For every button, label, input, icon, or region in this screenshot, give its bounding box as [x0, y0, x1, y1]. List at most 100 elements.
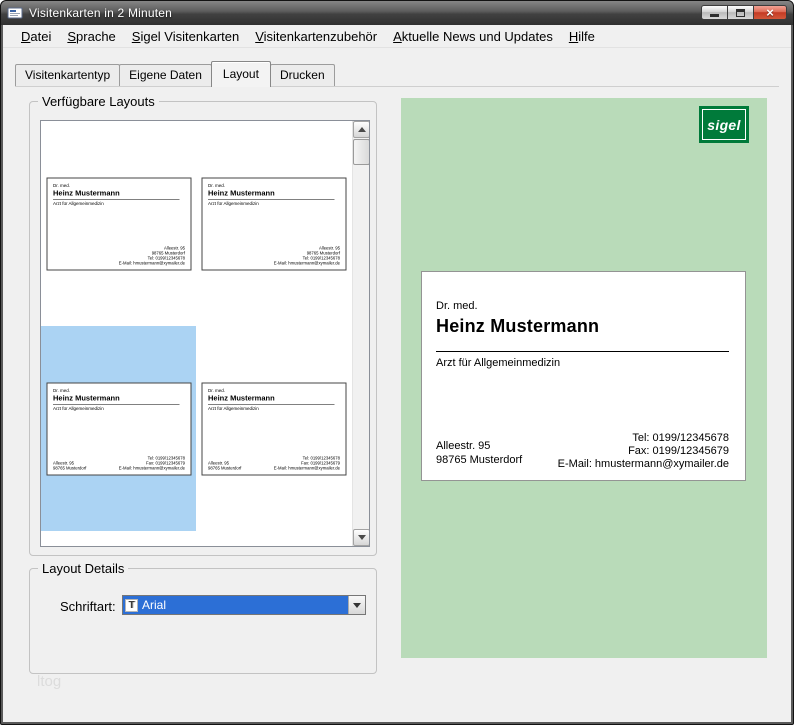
thumb-degree: Dr. med. [208, 183, 340, 188]
layout-thumbnail-3: Dr. med. Heinz Mustermann Arzt für Allge… [46, 382, 191, 475]
thumb-name: Heinz Mustermann [208, 394, 335, 405]
layout-cells: Dr. med. Heinz Mustermann Arzt für Allge… [41, 121, 352, 546]
thumb-email: E-Mail: hmustermann@xymailer.de [118, 465, 184, 470]
watermark-text: ltog [37, 673, 61, 690]
thumb-contact-block: Alleestr. 95 98765 Musterdorf Tel: 0199/… [274, 245, 340, 265]
thumb-name: Heinz Mustermann [53, 394, 180, 405]
window-title: Visitenkarten in 2 Minuten [29, 6, 172, 20]
maximize-icon [736, 9, 745, 17]
font-combobox-selection[interactable]: T Arial [123, 596, 348, 614]
thumb-fax: Fax: 0199/12345679 [118, 460, 184, 465]
window-controls: × [702, 1, 787, 25]
font-label: Schriftart: [60, 599, 116, 614]
truetype-icon: T [125, 599, 138, 612]
sigel-logo: sigel [699, 106, 749, 143]
menu-item-hilfe[interactable]: Hilfe [561, 26, 603, 47]
minimize-button[interactable] [701, 5, 728, 20]
card-city: 98765 Musterdorf [436, 453, 522, 467]
layout-list-scrollbar[interactable] [352, 121, 369, 546]
thumb-name: Heinz Mustermann [208, 189, 335, 200]
layout-details-group: Layout Details Schriftart: T Arial [29, 568, 377, 674]
thumb-profession: Arzt für Allgemeinmedizin [53, 406, 185, 411]
thumb-contact-block: Alleestr. 95 98765 Musterdorf Tel: 0199/… [118, 245, 184, 265]
menu-item-news-updates[interactable]: Aktuelle News und Updates [385, 26, 561, 47]
card-degree: Dr. med. [436, 300, 478, 312]
tab-layout[interactable]: Layout [211, 61, 271, 87]
close-icon: × [766, 6, 774, 19]
titlebar[interactable]: Visitenkarten in 2 Minuten × [1, 1, 793, 25]
thumb-tel: Tel: 0199/12345678 [274, 255, 340, 260]
thumb-address-block: Alleestr. 95 98765 Musterdorf [53, 460, 86, 470]
layout-thumbnail-1: Dr. med. Heinz Mustermann Arzt für Allge… [46, 177, 191, 270]
layout-option-2[interactable]: Dr. med. Heinz Mustermann Arzt für Allge… [196, 121, 352, 326]
menu-bar: Datei Sprache Sigel Visitenkarten Visite… [3, 25, 791, 48]
menu-item-datei[interactable]: Datei [13, 26, 59, 47]
thumb-email: E-Mail: hmustermann@xymailer.de [118, 260, 184, 265]
card-name: Heinz Mustermann [436, 316, 599, 337]
thumb-degree: Dr. med. [53, 183, 185, 188]
sigel-logo-text: sigel [707, 117, 740, 133]
app-window: Visitenkarten in 2 Minuten × Datei Sprac… [0, 0, 794, 725]
scroll-down-button[interactable] [353, 529, 370, 546]
chevron-down-icon [353, 603, 361, 608]
close-button[interactable]: × [753, 5, 787, 20]
thumb-degree: Dr. med. [53, 388, 185, 393]
menu-item-visitenkartenzubehoer[interactable]: Visitenkartenzubehör [247, 26, 385, 47]
font-value: Arial [142, 598, 166, 612]
thumb-email: E-Mail: hmustermann@xymailer.de [274, 260, 340, 265]
thumb-city: 98765 Musterdorf [274, 250, 340, 255]
business-card-preview: Dr. med. Heinz Mustermann Arzt für Allge… [421, 271, 746, 481]
thumb-address-block: Alleestr. 95 98765 Musterdorf [208, 460, 241, 470]
tab-eigene-daten[interactable]: Eigene Daten [119, 64, 212, 86]
thumb-contact-block: Tel: 0199/12345678 Fax: 0199/12345679 E-… [118, 455, 184, 470]
tab-drucken[interactable]: Drucken [270, 64, 335, 86]
menu-item-sprache[interactable]: Sprache [59, 26, 123, 47]
client-area: Datei Sprache Sigel Visitenkarten Visite… [3, 25, 791, 722]
layouts-group-title: Verfügbare Layouts [38, 94, 159, 109]
layout-option-4[interactable]: Dr. med. Heinz Mustermann Arzt für Allge… [196, 326, 352, 531]
scroll-up-button[interactable] [353, 121, 370, 138]
layout-thumbnail-4: Dr. med. Heinz Mustermann Arzt für Allge… [202, 382, 347, 475]
card-contact-block: Tel: 0199/12345678 Fax: 0199/12345679 E-… [558, 432, 729, 471]
maximize-button[interactable] [727, 5, 754, 20]
layout-thumbnail-2: Dr. med. Heinz Mustermann Arzt für Allge… [202, 177, 347, 270]
thumb-city: 98765 Musterdorf [208, 465, 241, 470]
tab-strip: Visitenkartentyp Eigene Daten Layout Dru… [15, 62, 779, 87]
card-fax: Fax: 0199/12345679 [558, 445, 729, 458]
thumb-degree: Dr. med. [208, 388, 340, 393]
thumb-email: E-Mail: hmustermann@xymailer.de [274, 465, 340, 470]
card-profession: Arzt für Allgemeinmedizin [436, 357, 560, 369]
thumb-street: Alleestr. 95 [118, 245, 184, 250]
layouts-group: Verfügbare Layouts Dr. med. Heinz Muster… [29, 101, 377, 556]
thumb-tel: Tel: 0199/12345678 [118, 255, 184, 260]
thumb-city: 98765 Musterdorf [118, 250, 184, 255]
font-combobox[interactable]: T Arial [122, 595, 366, 615]
scrollbar-thumb[interactable] [353, 139, 370, 165]
thumb-profession: Arzt für Allgemeinmedizin [53, 201, 185, 206]
card-divider-line [436, 351, 729, 352]
layout-details-title: Layout Details [38, 561, 128, 576]
arrow-down-icon [358, 535, 366, 540]
thumb-profession: Arzt für Allgemeinmedizin [208, 406, 340, 411]
thumb-city: 98765 Musterdorf [53, 465, 86, 470]
card-street: Alleestr. 95 [436, 439, 522, 453]
minimize-icon [710, 14, 719, 17]
thumb-tel: Tel: 0199/12345678 [274, 455, 340, 460]
layout-option-1[interactable]: Dr. med. Heinz Mustermann Arzt für Allge… [41, 121, 196, 326]
layout-list: Dr. med. Heinz Mustermann Arzt für Allge… [40, 120, 370, 547]
thumb-profession: Arzt für Allgemeinmedizin [208, 201, 340, 206]
card-tel: Tel: 0199/12345678 [558, 432, 729, 445]
card-address-block: Alleestr. 95 98765 Musterdorf [436, 439, 522, 467]
menu-item-sigel-visitenkarten[interactable]: Sigel Visitenkarten [124, 26, 247, 47]
thumb-street: Alleestr. 95 [208, 460, 241, 465]
thumb-street: Alleestr. 95 [53, 460, 86, 465]
arrow-up-icon [358, 127, 366, 132]
thumb-street: Alleestr. 95 [274, 245, 340, 250]
thumb-contact-block: Tel: 0199/12345678 Fax: 0199/12345679 E-… [274, 455, 340, 470]
app-icon[interactable] [7, 5, 23, 21]
combo-dropdown-button[interactable] [348, 596, 365, 614]
card-email: E-Mail: hmustermann@xymailer.de [558, 458, 729, 471]
layout-option-3-selected[interactable]: Dr. med. Heinz Mustermann Arzt für Allge… [41, 326, 196, 531]
tab-visitenkartentyp[interactable]: Visitenkartentyp [15, 64, 120, 86]
preview-panel: sigel Dr. med. Heinz Mustermann Arzt für… [401, 98, 767, 658]
